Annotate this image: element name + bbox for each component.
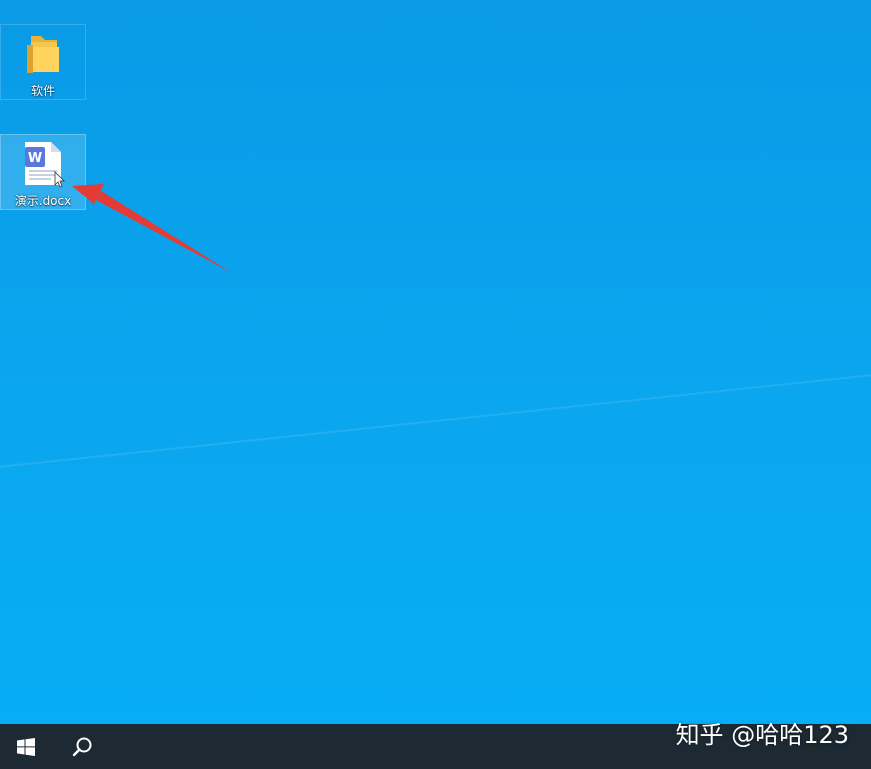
svg-text:W: W	[28, 151, 42, 166]
folder-icon	[27, 36, 59, 73]
background-light-beam	[0, 365, 871, 472]
watermark: 知乎 @哈哈123	[675, 721, 849, 749]
start-button[interactable]	[0, 724, 52, 769]
search-button[interactable]	[56, 724, 108, 769]
desktop-icon-folder[interactable]: 软件	[0, 24, 86, 100]
document-label: 演示.docx	[14, 194, 72, 208]
windows-logo-icon	[17, 737, 35, 756]
desktop-background[interactable]: 软件 W 演示.docx	[0, 0, 871, 724]
folder-label: 软件	[30, 84, 55, 98]
red-arrow-icon	[72, 184, 232, 273]
word-document-icon: W	[25, 142, 65, 187]
desktop-icon-document[interactable]: W 演示.docx	[0, 134, 86, 210]
search-icon	[72, 737, 92, 756]
